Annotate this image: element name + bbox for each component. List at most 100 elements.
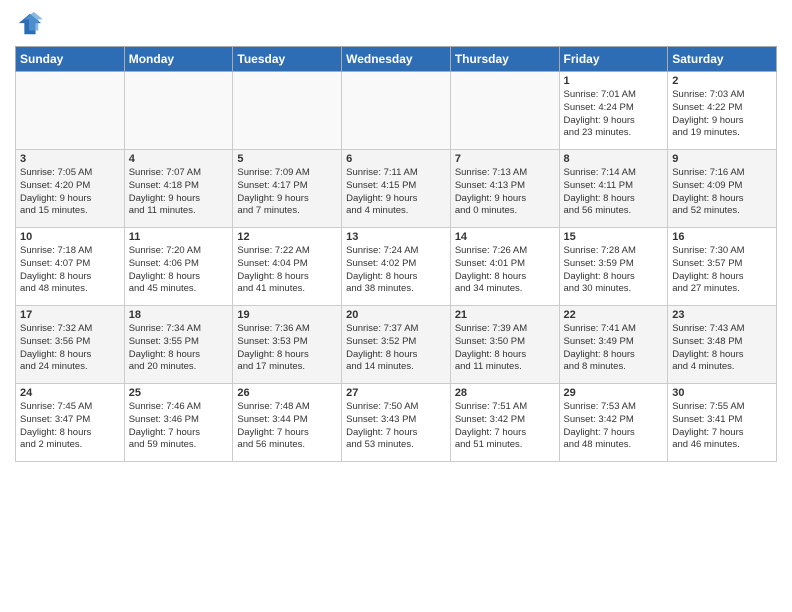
day-cell: 30Sunrise: 7:55 AM Sunset: 3:41 PM Dayli…: [668, 384, 777, 462]
day-cell: 1 Sunrise: 7:01 AM Sunset: 4:24 PM Daylig…: [559, 72, 668, 150]
day-number: 5: [237, 153, 337, 165]
day-info: Sunrise: 7:09 AM Sunset: 4:17 PM Dayligh…: [237, 167, 337, 218]
day-cell: 29 Sunrise: 7:53 AM Sunset: 3:42 PM Dayli…: [559, 384, 668, 462]
day-info: Sunrise: 7:20 AM Sunset: 4:06 PM Dayligh…: [129, 245, 229, 296]
day-cell: 27 Sunrise: 7:50 AM Sunset: 3:43 PM Dayli…: [342, 384, 451, 462]
day-info: Sunrise: 7:28 AM Sunset: 3:59 PM Dayligh…: [564, 245, 664, 296]
day-cell: 28 Sunrise: 7:51 AM Sunset: 3:42 PM Dayli…: [450, 384, 559, 462]
day-info: Sunrise: 7:18 AM Sunset: 4:07 PM Dayligh…: [20, 245, 120, 296]
day-info: Sunrise: 7:36 AM Sunset: 3:53 PM Dayligh…: [237, 323, 337, 374]
day-cell: 5 Sunrise: 7:09 AM Sunset: 4:17 PM Daylig…: [233, 150, 342, 228]
day-number: 9: [672, 153, 772, 165]
day-number: 24: [20, 387, 120, 399]
weekday-header-friday: Friday: [559, 47, 668, 72]
day-cell: 10 Sunrise: 7:18 AM Sunset: 4:07 PM Dayli…: [16, 228, 125, 306]
week-row-1: 1 Sunrise: 7:01 AM Sunset: 4:24 PM Daylig…: [16, 72, 777, 150]
week-row-2: 3 Sunrise: 7:05 AM Sunset: 4:20 PM Daylig…: [16, 150, 777, 228]
day-cell: 24 Sunrise: 7:45 AM Sunset: 3:47 PM Dayli…: [16, 384, 125, 462]
day-info: Sunrise: 7:03 AM Sunset: 4:22 PM Dayligh…: [672, 89, 772, 140]
day-info: Sunrise: 7:51 AM Sunset: 3:42 PM Dayligh…: [455, 401, 555, 452]
day-info: Sunrise: 7:14 AM Sunset: 4:11 PM Dayligh…: [564, 167, 664, 218]
day-cell: [342, 72, 451, 150]
day-number: 4: [129, 153, 229, 165]
day-number: 21: [455, 309, 555, 321]
weekday-header-row: SundayMondayTuesdayWednesdayThursdayFrid…: [16, 47, 777, 72]
calendar-table: SundayMondayTuesdayWednesdayThursdayFrid…: [15, 46, 777, 462]
day-number: 18: [129, 309, 229, 321]
day-number: 16: [672, 231, 772, 243]
day-info: Sunrise: 7:16 AM Sunset: 4:09 PM Dayligh…: [672, 167, 772, 218]
day-number: 23: [672, 309, 772, 321]
day-number: 7: [455, 153, 555, 165]
day-number: 14: [455, 231, 555, 243]
weekday-header-tuesday: Tuesday: [233, 47, 342, 72]
day-cell: 14 Sunrise: 7:26 AM Sunset: 4:01 PM Dayli…: [450, 228, 559, 306]
logo: [15, 10, 47, 38]
weekday-header-wednesday: Wednesday: [342, 47, 451, 72]
day-info: Sunrise: 7:46 AM Sunset: 3:46 PM Dayligh…: [129, 401, 229, 452]
day-cell: 9 Sunrise: 7:16 AM Sunset: 4:09 PM Daylig…: [668, 150, 777, 228]
day-info: Sunrise: 7:26 AM Sunset: 4:01 PM Dayligh…: [455, 245, 555, 296]
day-info: Sunrise: 7:13 AM Sunset: 4:13 PM Dayligh…: [455, 167, 555, 218]
day-cell: 23Sunrise: 7:43 AM Sunset: 3:48 PM Dayli…: [668, 306, 777, 384]
weekday-header-saturday: Saturday: [668, 47, 777, 72]
header: [15, 10, 777, 38]
day-cell: 3 Sunrise: 7:05 AM Sunset: 4:20 PM Daylig…: [16, 150, 125, 228]
day-cell: 2 Sunrise: 7:03 AM Sunset: 4:22 PM Daylig…: [668, 72, 777, 150]
day-cell: 20Sunrise: 7:37 AM Sunset: 3:52 PM Dayli…: [342, 306, 451, 384]
day-number: 1: [564, 75, 664, 87]
day-cell: 12Sunrise: 7:22 AM Sunset: 4:04 PM Dayli…: [233, 228, 342, 306]
day-info: Sunrise: 7:24 AM Sunset: 4:02 PM Dayligh…: [346, 245, 446, 296]
day-number: 26: [237, 387, 337, 399]
day-info: Sunrise: 7:22 AM Sunset: 4:04 PM Dayligh…: [237, 245, 337, 296]
day-info: Sunrise: 7:01 AM Sunset: 4:24 PM Dayligh…: [564, 89, 664, 140]
day-number: 11: [129, 231, 229, 243]
day-info: Sunrise: 7:50 AM Sunset: 3:43 PM Dayligh…: [346, 401, 446, 452]
day-number: 19: [237, 309, 337, 321]
day-cell: 6 Sunrise: 7:11 AM Sunset: 4:15 PM Daylig…: [342, 150, 451, 228]
weekday-header-sunday: Sunday: [16, 47, 125, 72]
day-cell: [233, 72, 342, 150]
day-info: Sunrise: 7:11 AM Sunset: 4:15 PM Dayligh…: [346, 167, 446, 218]
weekday-header-monday: Monday: [124, 47, 233, 72]
day-info: Sunrise: 7:05 AM Sunset: 4:20 PM Dayligh…: [20, 167, 120, 218]
day-number: 25: [129, 387, 229, 399]
day-cell: [124, 72, 233, 150]
day-cell: 19 Sunrise: 7:36 AM Sunset: 3:53 PM Dayli…: [233, 306, 342, 384]
week-row-3: 10 Sunrise: 7:18 AM Sunset: 4:07 PM Dayli…: [16, 228, 777, 306]
day-cell: 26 Sunrise: 7:48 AM Sunset: 3:44 PM Dayli…: [233, 384, 342, 462]
day-cell: 17Sunrise: 7:32 AM Sunset: 3:56 PM Dayli…: [16, 306, 125, 384]
day-number: 29: [564, 387, 664, 399]
day-cell: 22 Sunrise: 7:41 AM Sunset: 3:49 PM Dayli…: [559, 306, 668, 384]
day-info: Sunrise: 7:53 AM Sunset: 3:42 PM Dayligh…: [564, 401, 664, 452]
day-cell: 21 Sunrise: 7:39 AM Sunset: 3:50 PM Dayli…: [450, 306, 559, 384]
day-cell: 8Sunrise: 7:14 AM Sunset: 4:11 PM Daylig…: [559, 150, 668, 228]
day-info: Sunrise: 7:34 AM Sunset: 3:55 PM Dayligh…: [129, 323, 229, 374]
day-number: 2: [672, 75, 772, 87]
day-cell: 18 Sunrise: 7:34 AM Sunset: 3:55 PM Dayli…: [124, 306, 233, 384]
day-info: Sunrise: 7:07 AM Sunset: 4:18 PM Dayligh…: [129, 167, 229, 218]
day-number: 6: [346, 153, 446, 165]
day-info: Sunrise: 7:39 AM Sunset: 3:50 PM Dayligh…: [455, 323, 555, 374]
day-cell: 4 Sunrise: 7:07 AM Sunset: 4:18 PM Daylig…: [124, 150, 233, 228]
day-number: 28: [455, 387, 555, 399]
day-cell: 11 Sunrise: 7:20 AM Sunset: 4:06 PM Dayli…: [124, 228, 233, 306]
day-number: 15: [564, 231, 664, 243]
day-cell: 16 Sunrise: 7:30 AM Sunset: 3:57 PM Dayli…: [668, 228, 777, 306]
day-cell: 7 Sunrise: 7:13 AM Sunset: 4:13 PM Daylig…: [450, 150, 559, 228]
day-info: Sunrise: 7:37 AM Sunset: 3:52 PM Dayligh…: [346, 323, 446, 374]
day-number: 22: [564, 309, 664, 321]
page: SundayMondayTuesdayWednesdayThursdayFrid…: [0, 0, 792, 612]
day-cell: [16, 72, 125, 150]
day-info: Sunrise: 7:48 AM Sunset: 3:44 PM Dayligh…: [237, 401, 337, 452]
day-cell: 13Sunrise: 7:24 AM Sunset: 4:02 PM Dayli…: [342, 228, 451, 306]
weekday-header-thursday: Thursday: [450, 47, 559, 72]
day-cell: 15 Sunrise: 7:28 AM Sunset: 3:59 PM Dayli…: [559, 228, 668, 306]
logo-icon: [15, 10, 43, 38]
day-info: Sunrise: 7:30 AM Sunset: 3:57 PM Dayligh…: [672, 245, 772, 296]
day-number: 10: [20, 231, 120, 243]
day-info: Sunrise: 7:45 AM Sunset: 3:47 PM Dayligh…: [20, 401, 120, 452]
day-number: 27: [346, 387, 446, 399]
day-info: Sunrise: 7:41 AM Sunset: 3:49 PM Dayligh…: [564, 323, 664, 374]
day-number: 3: [20, 153, 120, 165]
